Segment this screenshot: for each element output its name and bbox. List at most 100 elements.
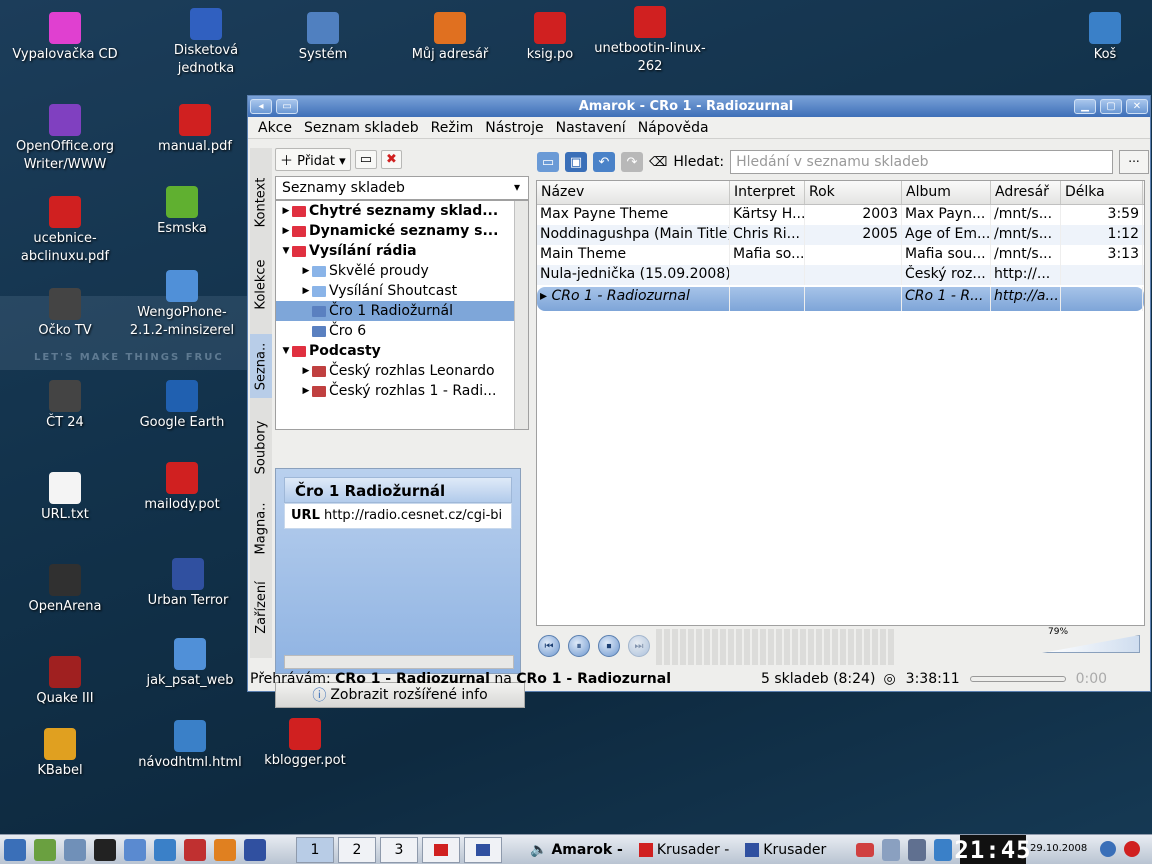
tree-scrollbar[interactable] <box>514 201 528 429</box>
tree-item[interactable]: ▼ Podcasty <box>276 341 528 361</box>
collapsed-arrow-icon[interactable]: ▶ <box>300 386 312 396</box>
desktop-icon[interactable]: unetbootin-linux-262 <box>590 6 710 76</box>
tree-item[interactable]: ▶ Dynamické seznamy s... <box>276 221 528 241</box>
maximize-icon[interactable]: ▢ <box>1100 99 1122 114</box>
clock[interactable]: 21:45 <box>954 835 1031 864</box>
tree-item[interactable]: ▶ Vysílání Shoutcast <box>276 281 528 301</box>
desktop-icon[interactable]: Očko TV <box>5 288 125 340</box>
playlist-row[interactable]: Max Payne Theme Kärtsy H... 2003 Max Payn..… <box>537 205 1144 225</box>
stop-icon[interactable]: ⏹ <box>598 635 620 657</box>
menu-napoveda[interactable]: Nápověda <box>638 120 709 136</box>
desktop-icon[interactable]: OpenArena <box>5 564 125 616</box>
tab-seznamy[interactable]: Sezna.. <box>250 334 272 398</box>
expanded-arrow-icon[interactable]: ▼ <box>280 246 292 256</box>
menu-seznam-skladeb[interactable]: Seznam skladeb <box>304 120 419 136</box>
task-krusader-2[interactable]: Krusader <box>745 842 826 858</box>
desktop-icon[interactable]: KBabel <box>0 728 120 780</box>
desktop-icon[interactable]: Esmska <box>122 186 242 238</box>
save-playlist-icon[interactable]: ▣ <box>565 152 587 172</box>
task-krusader-1[interactable]: Krusader - <box>638 842 729 858</box>
tab-zarizeni[interactable]: Zařízení <box>250 576 272 638</box>
menu-nastaveni[interactable]: Nastavení <box>556 120 626 136</box>
info-scrollbar[interactable] <box>284 655 514 669</box>
expanded-arrow-icon[interactable]: ▼ <box>280 346 292 356</box>
logout-icon[interactable] <box>1124 841 1140 857</box>
tree-item[interactable]: Čro 1 Radiožurnál <box>276 301 528 321</box>
tree-item[interactable]: ▼ Vysílání rádia <box>276 241 528 261</box>
column-interpret[interactable]: Interpret <box>730 181 805 204</box>
desktop-icon[interactable]: Systém <box>263 12 383 64</box>
editor-icon[interactable] <box>34 838 56 861</box>
computer-icon[interactable] <box>64 838 86 861</box>
collapsed-arrow-icon[interactable]: ▶ <box>280 206 292 216</box>
desktop-icon[interactable]: ucebnice-abclinuxu.pdf <box>5 196 125 266</box>
desktop-2[interactable]: 2 <box>338 836 376 863</box>
tree-item[interactable]: ▶ Český rozhlas Leonardo <box>276 361 528 381</box>
playlist-row[interactable]: Main Theme Mafia so... Mafia sou.../mnt/s.… <box>537 245 1144 265</box>
playlist-row[interactable]: Nula-jednička (15.09.2008) Český roz... ht… <box>537 265 1144 285</box>
flag-icon[interactable] <box>856 842 875 857</box>
tree-item[interactable]: ▶ Český rozhlas 1 - Radi... <box>276 381 528 401</box>
menu-akce[interactable]: Akce <box>258 120 292 136</box>
desktop-icon[interactable]: Google Earth <box>122 380 242 432</box>
firefox-icon[interactable] <box>214 838 236 861</box>
undo-icon[interactable]: ↶ <box>593 152 615 172</box>
desktop-icon[interactable]: ČT 24 <box>5 380 125 432</box>
column-rok[interactable]: Rok <box>805 181 902 204</box>
desktop-icon[interactable]: kblogger.pot <box>245 718 365 770</box>
desktop-icon[interactable]: Urban Terror <box>128 558 248 610</box>
window-menu-icon[interactable]: ◂ <box>250 99 272 114</box>
random-mode-icon[interactable]: ◎ <box>883 671 895 687</box>
menu-rezim[interactable]: Režim <box>431 120 474 136</box>
next-icon[interactable]: ⏭ <box>628 635 650 657</box>
desktop-icon[interactable]: OpenOffice.org Writer/WWW <box>5 104 125 174</box>
volume-icon[interactable] <box>908 838 927 861</box>
column-delka[interactable]: Délka <box>1061 181 1143 204</box>
title-bar[interactable]: ◂ ▭ Amarok - CRo 1 - Radiozurnal ▁ ▢ ✕ <box>248 96 1150 117</box>
column-adresar[interactable]: Adresář <box>991 181 1061 204</box>
add-button[interactable]: ＋ Přidat ▾ <box>275 147 351 171</box>
kmenu-icon[interactable] <box>4 838 26 861</box>
spectrum-analyzer[interactable] <box>656 629 896 665</box>
desktop-icon[interactable]: Quake III <box>5 656 125 708</box>
desktop-icon[interactable]: Koš <box>1045 12 1152 64</box>
krusader-launcher-icon[interactable] <box>244 838 266 861</box>
desktop-icon[interactable]: návodhtml.html <box>130 720 250 772</box>
clear-playlist-icon[interactable]: ▭ <box>537 152 559 172</box>
collapsed-arrow-icon[interactable]: ▶ <box>300 266 312 276</box>
minimize-icon[interactable]: ▁ <box>1074 99 1096 114</box>
close-icon[interactable]: ✕ <box>1126 99 1148 114</box>
desktop-icon[interactable]: mailody.pot <box>122 462 242 514</box>
pause-icon[interactable]: ⏸ <box>568 635 590 657</box>
column-album[interactable]: Album <box>902 181 991 204</box>
collapsed-arrow-icon[interactable]: ▶ <box>300 366 312 376</box>
desktop-icon[interactable]: URL.txt <box>5 472 125 524</box>
tab-magnatune[interactable]: Magna.. <box>250 496 272 560</box>
terminal-icon[interactable] <box>94 838 116 861</box>
opera-icon[interactable] <box>184 838 206 861</box>
network-icon[interactable] <box>882 838 901 861</box>
desktop-icon[interactable]: WengoPhone-2.1.2-minsizerel <box>122 270 242 340</box>
desktop-icon[interactable]: jak_psat_web <box>130 638 250 690</box>
desktop-icon[interactable]: Disketová jednotka <box>146 8 266 78</box>
mail-icon[interactable] <box>124 838 146 861</box>
desktop-5[interactable] <box>464 836 502 863</box>
position-slider[interactable] <box>969 676 1066 682</box>
search-input[interactable]: Hledání v seznamu skladeb <box>730 150 1113 174</box>
playlist-category-select[interactable]: Seznamy skladeb <box>275 176 529 200</box>
desktop-3[interactable]: 3 <box>380 836 418 863</box>
search-options-button[interactable]: ... <box>1119 150 1149 174</box>
tree-item[interactable]: ▶ Skvělé proudy <box>276 261 528 281</box>
menu-nastroje[interactable]: Nástroje <box>485 120 543 136</box>
redo-icon[interactable]: ↷ <box>621 152 643 172</box>
sticky-icon[interactable]: ▭ <box>276 99 298 114</box>
konqueror-icon[interactable] <box>154 838 176 861</box>
lock-icon[interactable] <box>1100 841 1116 857</box>
previous-icon[interactable]: ⏮ <box>538 635 560 657</box>
column-nazev[interactable]: Název <box>537 181 730 204</box>
desktop-icon[interactable]: manual.pdf <box>135 104 255 156</box>
playing-row[interactable]: ▸ CRo 1 - Radiozurnal CRo 1 - R... http:… <box>537 287 1144 311</box>
view-icon[interactable]: ▭ <box>354 149 377 169</box>
desktop-1[interactable]: 1 <box>296 836 334 863</box>
collapsed-arrow-icon[interactable]: ▶ <box>280 226 292 236</box>
